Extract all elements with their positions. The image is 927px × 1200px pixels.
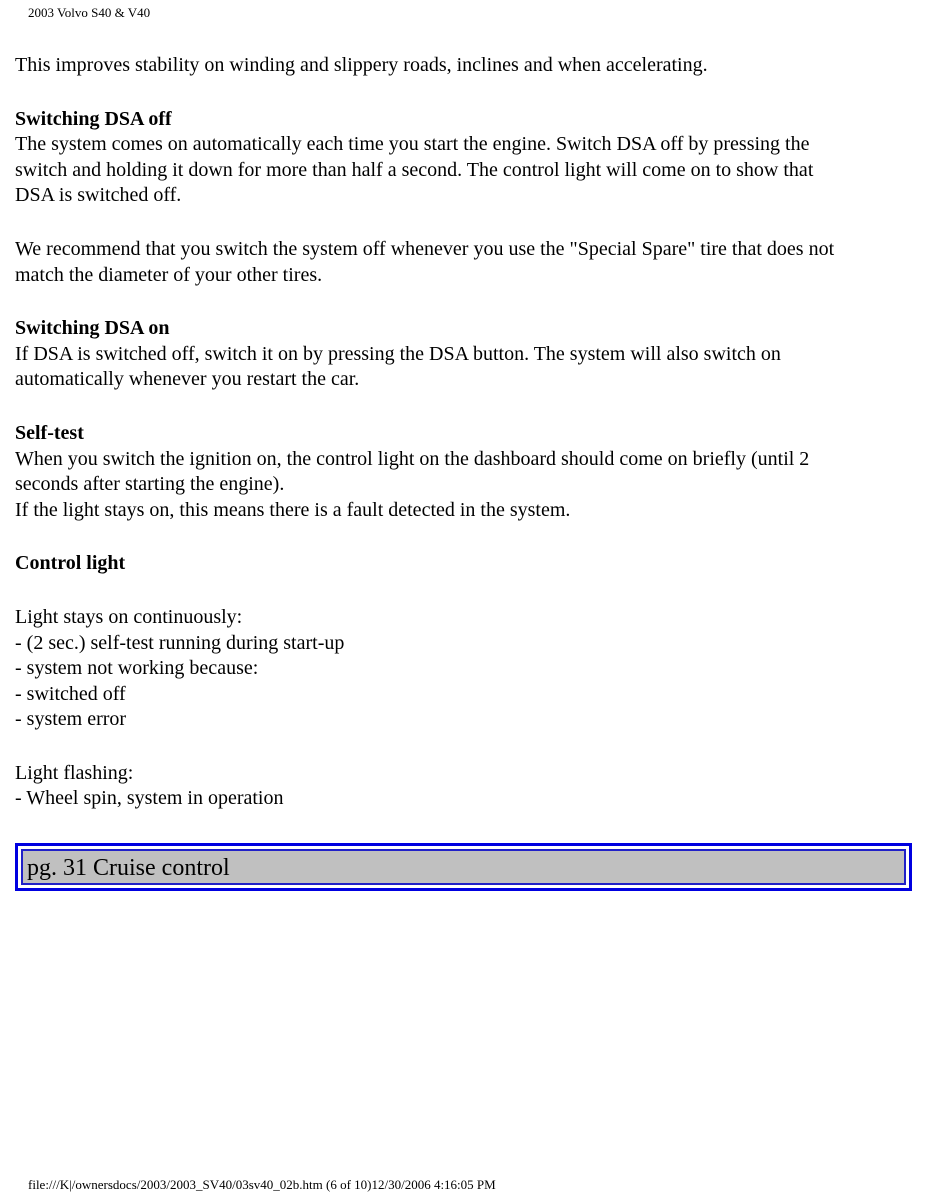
next-page-nav-inner: pg. 31 Cruise control xyxy=(21,849,906,885)
paragraph-line: We recommend that you switch the system … xyxy=(15,237,835,260)
list-item: - system not working because: xyxy=(15,657,259,680)
continuous-label: Light stays on continuously: xyxy=(15,605,243,628)
paragraph-line: seconds after starting the engine). xyxy=(15,473,285,496)
heading-self-test: Self-test xyxy=(15,421,84,444)
paragraph-line: DSA is switched off. xyxy=(15,184,182,207)
paragraph-line: automatically whenever you restart the c… xyxy=(15,368,360,391)
page-footer: file:///K|/ownersdocs/2003/2003_SV40/03s… xyxy=(28,1177,496,1192)
paragraph-line: If the light stays on, this means there … xyxy=(15,498,571,521)
paragraph-line: If DSA is switched off, switch it on by … xyxy=(15,342,781,365)
list-item: - (2 sec.) self-test running during star… xyxy=(15,631,345,654)
list-item: - switched off xyxy=(15,682,126,705)
list-item: - system error xyxy=(15,708,127,731)
document-body: This improves stability on winding and s… xyxy=(15,53,915,812)
list-item: - Wheel spin, system in operation xyxy=(15,787,284,810)
page-header: 2003 Volvo S40 & V40 xyxy=(28,5,151,20)
paragraph-line: switch and holding it down for more than… xyxy=(15,158,814,181)
heading-switching-dsa-off: Switching DSA off xyxy=(15,107,172,130)
heading-control-light: Control light xyxy=(15,552,126,575)
paragraph-line: The system comes on automatically each t… xyxy=(15,133,810,156)
paragraph-line: When you switch the ignition on, the con… xyxy=(15,447,810,470)
flashing-label: Light flashing: xyxy=(15,761,134,784)
heading-switching-dsa-on: Switching DSA on xyxy=(15,317,170,340)
intro-paragraph: This improves stability on winding and s… xyxy=(15,54,708,76)
next-page-link[interactable]: pg. 31 Cruise control xyxy=(27,855,230,881)
paragraph-line: match the diameter of your other tires. xyxy=(15,263,323,286)
next-page-nav-box: pg. 31 Cruise control xyxy=(15,843,912,891)
